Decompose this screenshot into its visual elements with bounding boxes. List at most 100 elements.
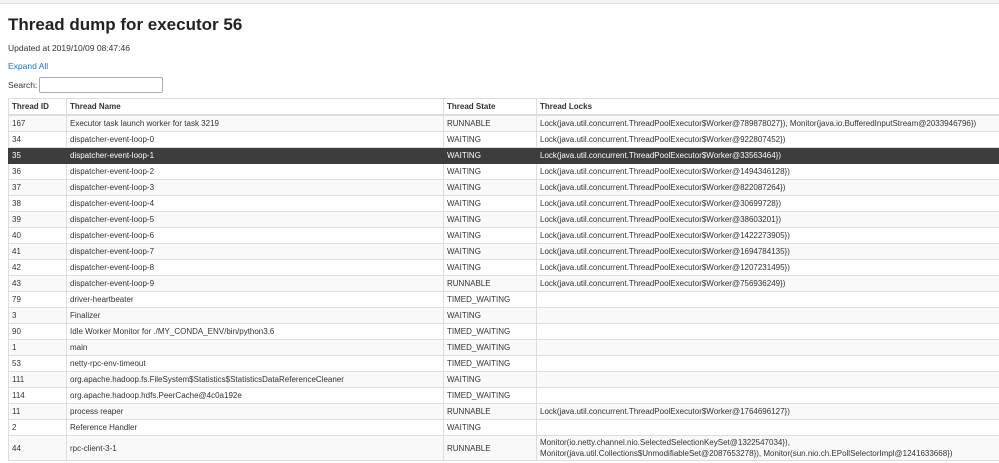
thread-state-cell: TIMED_WAITING bbox=[443, 339, 537, 356]
thread-table-body: 167 Executor task launch worker for task … bbox=[8, 114, 999, 461]
thread-state-cell: WAITING bbox=[443, 195, 537, 212]
thread-state-cell: RUNNABLE bbox=[443, 114, 537, 132]
table-row[interactable]: 41 dispatcher-event-loop-7 WAITING Lock(jav… bbox=[8, 243, 999, 260]
thread-locks-cell: Lock(java.util.concurrent.ThreadPoolExec… bbox=[536, 131, 999, 148]
thread-name-cell: dispatcher-event-loop-2 bbox=[66, 163, 444, 180]
table-row[interactable]: 43 dispatcher-event-loop-9 RUNNABLE Lock(ja… bbox=[8, 275, 999, 292]
table-row[interactable]: 44 rpc-client-3-1 RUNNABLE Monitor(io.netty… bbox=[8, 435, 999, 461]
table-row[interactable]: 79 driver-heartbeater TIMED_WAITING bbox=[8, 291, 999, 308]
thread-locks-cell: Lock(java.util.concurrent.ThreadPoolExec… bbox=[536, 227, 999, 244]
thread-name-cell: netty-rpc-env-timeout bbox=[66, 355, 444, 372]
thread-name-cell: main bbox=[66, 339, 444, 356]
table-row[interactable]: 3 Finalizer WAITING bbox=[8, 307, 999, 324]
table-row[interactable]: 2 Reference Handler WAITING bbox=[8, 419, 999, 436]
table-row[interactable]: 53 netty-rpc-env-timeout TIMED_WAITING bbox=[8, 355, 999, 372]
thread-id-cell: 42 bbox=[8, 259, 67, 276]
table-row[interactable]: 35 dispatcher-event-loop-1 WAITING Lock(jav… bbox=[8, 147, 999, 164]
thread-table: Thread ID Thread Name Thread State Threa… bbox=[8, 98, 999, 461]
thread-state-cell: WAITING bbox=[443, 211, 537, 228]
thread-name-cell: dispatcher-event-loop-1 bbox=[66, 147, 444, 164]
thread-name-cell: dispatcher-event-loop-0 bbox=[66, 131, 444, 148]
thread-id-cell: 53 bbox=[8, 355, 67, 372]
thread-name-cell: org.apache.hadoop.fs.FileSystem$Statisti… bbox=[66, 371, 444, 388]
thread-id-cell: 111 bbox=[8, 371, 67, 388]
header-thread-name[interactable]: Thread Name bbox=[66, 98, 444, 116]
table-row[interactable]: 114 org.apache.hadoop.hdfs.PeerCache@4c0a… bbox=[8, 387, 999, 404]
thread-locks-cell: Lock(java.util.concurrent.ThreadPoolExec… bbox=[536, 195, 999, 212]
thread-locks-cell bbox=[536, 339, 999, 356]
thread-locks-cell: Lock(java.util.concurrent.ThreadPoolExec… bbox=[536, 403, 999, 420]
thread-locks-cell: Lock(java.util.concurrent.ThreadPoolExec… bbox=[536, 259, 999, 276]
thread-state-cell: WAITING bbox=[443, 243, 537, 260]
thread-name-cell: rpc-client-3-1 bbox=[66, 435, 444, 461]
thread-name-cell: dispatcher-event-loop-7 bbox=[66, 243, 444, 260]
thread-name-cell: org.apache.hadoop.hdfs.PeerCache@4c0a192… bbox=[66, 387, 444, 404]
thread-state-cell: WAITING bbox=[443, 131, 537, 148]
thread-state-cell: RUNNABLE bbox=[443, 275, 537, 292]
thread-locks-cell: Lock(java.util.concurrent.ThreadPoolExec… bbox=[536, 114, 999, 132]
table-row[interactable]: 1 main TIMED_WAITING bbox=[8, 339, 999, 356]
thread-state-cell: WAITING bbox=[443, 179, 537, 196]
thread-locks-cell: Lock(java.util.concurrent.ThreadPoolExec… bbox=[536, 243, 999, 260]
thread-state-cell: WAITING bbox=[443, 371, 537, 388]
table-row[interactable]: 167 Executor task launch worker for task … bbox=[8, 114, 999, 132]
thread-locks-cell: Monitor(io.netty.channel.nio.SelectedSel… bbox=[536, 435, 999, 461]
header-thread-state[interactable]: Thread State bbox=[443, 98, 537, 116]
thread-state-cell: WAITING bbox=[443, 227, 537, 244]
thread-id-cell: 43 bbox=[8, 275, 67, 292]
thread-id-cell: 11 bbox=[8, 403, 67, 420]
thread-id-cell: 2 bbox=[8, 419, 67, 436]
header-thread-id[interactable]: Thread ID bbox=[8, 98, 67, 116]
thread-id-cell: 3 bbox=[8, 307, 67, 324]
thread-id-cell: 114 bbox=[8, 387, 67, 404]
thread-id-cell: 40 bbox=[8, 227, 67, 244]
thread-state-cell: WAITING bbox=[443, 259, 537, 276]
thread-state-cell: WAITING bbox=[443, 163, 537, 180]
search-row: Search: bbox=[8, 77, 164, 93]
thread-locks-cell bbox=[536, 387, 999, 404]
thread-name-cell: dispatcher-event-loop-5 bbox=[66, 211, 444, 228]
thread-id-cell: 39 bbox=[8, 211, 67, 228]
table-row[interactable]: 37 dispatcher-event-loop-3 WAITING Lock(jav… bbox=[8, 179, 999, 196]
thread-name-cell: Reference Handler bbox=[66, 419, 444, 436]
table-row[interactable]: 111 org.apache.hadoop.fs.FileSystem$Stati… bbox=[8, 371, 999, 388]
page-title: Thread dump for executor 56 bbox=[8, 15, 243, 34]
thread-name-cell: dispatcher-event-loop-8 bbox=[66, 259, 444, 276]
table-header-row: Thread ID Thread Name Thread State Threa… bbox=[8, 98, 999, 116]
header-thread-locks[interactable]: Thread Locks bbox=[536, 98, 999, 116]
table-row[interactable]: 40 dispatcher-event-loop-6 WAITING Lock(jav… bbox=[8, 227, 999, 244]
table-row[interactable]: 39 dispatcher-event-loop-5 WAITING Lock(jav… bbox=[8, 211, 999, 228]
thread-id-cell: 37 bbox=[8, 179, 67, 196]
thread-locks-cell: Lock(java.util.concurrent.ThreadPoolExec… bbox=[536, 179, 999, 196]
thread-state-cell: WAITING bbox=[443, 307, 537, 324]
table-row[interactable]: 42 dispatcher-event-loop-8 WAITING Lock(jav… bbox=[8, 259, 999, 276]
thread-name-cell: dispatcher-event-loop-4 bbox=[66, 195, 444, 212]
thread-state-cell: TIMED_WAITING bbox=[443, 387, 537, 404]
thread-locks-cell: Lock(java.util.concurrent.ThreadPoolExec… bbox=[536, 275, 999, 292]
browser-top-strip bbox=[0, 0, 999, 4]
thread-name-cell: dispatcher-event-loop-6 bbox=[66, 227, 444, 244]
table-row[interactable]: 11 process reaper RUNNABLE Lock(java.util.c… bbox=[8, 403, 999, 420]
search-input[interactable] bbox=[39, 77, 164, 93]
thread-locks-cell bbox=[536, 355, 999, 372]
table-row[interactable]: 36 dispatcher-event-loop-2 WAITING Lock(jav… bbox=[8, 163, 999, 180]
thread-name-cell: driver-heartbeater bbox=[66, 291, 444, 308]
thread-name-cell: Finalizer bbox=[66, 307, 444, 324]
thread-state-cell: TIMED_WAITING bbox=[443, 323, 537, 340]
thread-name-cell: process reaper bbox=[66, 403, 444, 420]
table-row[interactable]: 90 Idle Worker Monitor for ./MY_CONDA_ENV… bbox=[8, 323, 999, 340]
updated-timestamp: Updated at 2019/10/09 08:47:46 bbox=[8, 43, 130, 53]
thread-name-cell: Executor task launch worker for task 321… bbox=[66, 114, 444, 132]
table-row[interactable]: 34 dispatcher-event-loop-0 WAITING Lock(jav… bbox=[8, 131, 999, 148]
thread-name-cell: dispatcher-event-loop-9 bbox=[66, 275, 444, 292]
thread-state-cell: TIMED_WAITING bbox=[443, 355, 537, 372]
thread-id-cell: 167 bbox=[8, 114, 67, 132]
table-row[interactable]: 38 dispatcher-event-loop-4 WAITING Lock(jav… bbox=[8, 195, 999, 212]
thread-name-cell: Idle Worker Monitor for ./MY_CONDA_ENV/b… bbox=[66, 323, 444, 340]
thread-locks-cell: Lock(java.util.concurrent.ThreadPoolExec… bbox=[536, 163, 999, 180]
expand-all-link[interactable]: Expand All bbox=[8, 61, 48, 71]
thread-state-cell: RUNNABLE bbox=[443, 435, 537, 461]
thread-state-cell: RUNNABLE bbox=[443, 403, 537, 420]
thread-name-cell: dispatcher-event-loop-3 bbox=[66, 179, 444, 196]
thread-id-cell: 1 bbox=[8, 339, 67, 356]
